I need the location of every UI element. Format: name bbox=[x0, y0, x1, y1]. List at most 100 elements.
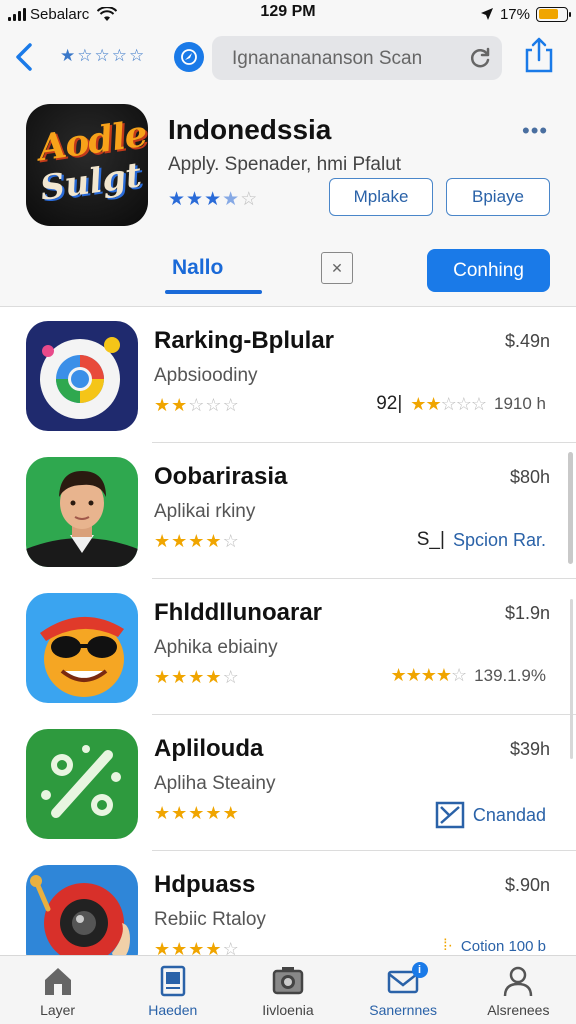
active-tab-indicator bbox=[165, 290, 262, 294]
price-label[interactable]: $1.9n bbox=[505, 603, 550, 624]
meta-rating-stars: ★★★★☆ bbox=[390, 665, 467, 686]
percent-app-icon bbox=[26, 729, 138, 839]
star-icon: ★ bbox=[390, 665, 406, 685]
carrier-name: Sebalarc bbox=[30, 5, 90, 23]
camera-icon bbox=[272, 967, 304, 995]
loading-dots-icon: ⁞· bbox=[443, 937, 453, 954]
tab-label: Iivloenia bbox=[262, 1002, 314, 1018]
row-meta: S_| Spcion Rar. bbox=[417, 529, 546, 551]
star-icon: ★ bbox=[154, 803, 172, 823]
list-item[interactable]: Aplilouda Apliha Steainy ★★★★★ $39h Cnan… bbox=[0, 715, 576, 851]
meta-text: 1910 h bbox=[494, 394, 546, 413]
app-icon[interactable]: Aodle Sulgt bbox=[26, 104, 148, 226]
meta-link[interactable]: Cotion 100 b bbox=[461, 938, 546, 955]
app-name[interactable]: Rarking-Bplular bbox=[154, 327, 334, 355]
tab-label: Haeden bbox=[148, 1002, 198, 1018]
download-frame-icon[interactable] bbox=[435, 801, 465, 829]
bpiaye-button[interactable]: Bpiaye bbox=[446, 178, 550, 216]
star-icon: ★ bbox=[171, 667, 189, 687]
price-label[interactable]: $80h bbox=[510, 467, 550, 488]
star-icon: ★ bbox=[171, 803, 189, 823]
star-icon: ☆ bbox=[222, 531, 240, 551]
price-label[interactable]: $39h bbox=[510, 739, 550, 760]
row-meta: ⁞· Cotion 100 b bbox=[443, 937, 546, 955]
wifi-icon bbox=[97, 6, 118, 21]
refresh-icon[interactable] bbox=[468, 46, 492, 70]
back-chevron-icon[interactable] bbox=[12, 42, 36, 72]
tab-label: Layer bbox=[40, 1002, 76, 1018]
tab-layer[interactable]: Layer bbox=[0, 956, 115, 1024]
meta-link[interactable]: Cnandad bbox=[473, 805, 546, 826]
app-subtitle: Aplikai rkiny bbox=[154, 501, 256, 522]
row-meta: ★★★★☆ 139.1.9% bbox=[390, 665, 546, 686]
meta-rating-stars: ★★☆☆☆ bbox=[410, 393, 487, 415]
price-label[interactable]: $.49n bbox=[505, 331, 550, 352]
portrait-app-icon bbox=[26, 457, 138, 567]
search-field[interactable]: Ignananananson Scan bbox=[212, 36, 502, 80]
list-item[interactable]: Fhlddllunoarar Aphika ebiainy ★★★★☆ $1.9… bbox=[0, 579, 576, 715]
star-icon: ★ bbox=[188, 531, 206, 551]
tablet-icon bbox=[160, 965, 186, 997]
star-icon: ☆ bbox=[222, 667, 240, 687]
battery-level bbox=[538, 9, 558, 19]
mplake-button[interactable]: Mplake bbox=[329, 178, 433, 216]
star-icon: ★ bbox=[204, 189, 223, 210]
scroll-indicator[interactable] bbox=[568, 452, 573, 564]
app-subtitle: Aphika ebiainy bbox=[154, 637, 278, 658]
star-icon: ☆ bbox=[222, 395, 240, 415]
star-icon: ☆ bbox=[470, 393, 487, 414]
app-rating-stars: ★★★★☆ bbox=[154, 531, 240, 552]
tab-haeden[interactable]: Haeden bbox=[115, 956, 230, 1024]
app-name[interactable]: Oobarirasia bbox=[154, 463, 287, 491]
app-rating-stars: ★★☆☆☆ bbox=[154, 395, 240, 416]
star-icon: ☆ bbox=[451, 665, 467, 685]
star-icon: ★ bbox=[425, 393, 441, 414]
star-icon: ☆ bbox=[455, 393, 472, 414]
more-options-icon[interactable]: ••• bbox=[522, 118, 548, 144]
status-bar: Sebalarc 129 PM 17% bbox=[0, 0, 576, 28]
app-header: Aodle Sulgt Indonedssia ••• Apply. Spena… bbox=[0, 92, 576, 307]
tab-label: Alsrenees bbox=[487, 1002, 550, 1018]
list-item[interactable]: Rarking-Bplular Apbsioodiny ★★☆☆☆ $.49n … bbox=[0, 307, 576, 443]
conhing-button[interactable]: Conhing bbox=[427, 249, 550, 292]
safari-badge-icon[interactable] bbox=[174, 42, 204, 72]
home-icon bbox=[44, 968, 71, 995]
share-icon[interactable] bbox=[522, 36, 556, 74]
nav-bar: ★☆☆☆☆ Ignananananson Scan bbox=[0, 28, 576, 92]
star-icon: ★ bbox=[188, 803, 206, 823]
app-rating-stars: ★★★★★ bbox=[154, 803, 240, 824]
app-list: Rarking-Bplular Apbsioodiny ★★☆☆☆ $.49n … bbox=[0, 307, 576, 975]
app-name[interactable]: Aplilouda bbox=[154, 735, 263, 763]
star-icon: ★ bbox=[435, 665, 452, 685]
app-subtitle: Apliha Steainy bbox=[154, 773, 276, 794]
price-label[interactable]: $.90n bbox=[505, 875, 550, 896]
meta-link[interactable]: Spcion Rar. bbox=[453, 530, 546, 551]
browser-app-icon bbox=[26, 321, 138, 431]
app-name[interactable]: Hdpuass bbox=[154, 871, 255, 899]
app-title: Indonedssia bbox=[168, 114, 332, 145]
app-subtitle: Rebiic Rtaloy bbox=[154, 909, 266, 930]
tab-nallo[interactable]: Nallo bbox=[172, 256, 223, 280]
battery-percent: 17% bbox=[499, 5, 530, 23]
star-icon: ★ bbox=[154, 395, 172, 415]
app-name[interactable]: Fhlddllunoarar bbox=[154, 599, 322, 627]
tab-sanernnes[interactable]: i Sanernnes bbox=[346, 956, 461, 1024]
star-icon: ★ bbox=[168, 189, 187, 210]
tab-alsrenees[interactable]: Alsrenees bbox=[461, 956, 576, 1024]
star-icon: ★ bbox=[420, 665, 437, 685]
star-icon: ★ bbox=[405, 665, 422, 685]
star-icon: ★ bbox=[205, 531, 223, 551]
star-icon: ★ bbox=[154, 531, 172, 551]
app-subtitle: Apbsioodiny bbox=[154, 365, 258, 386]
tab-bar: Layer Haeden Iivloenia i Sanernnes Alsre… bbox=[0, 955, 576, 1024]
star-icon: ★ bbox=[188, 667, 206, 687]
list-item[interactable]: Oobarirasia Aplikai rkiny ★★★★☆ $80h S_|… bbox=[0, 443, 576, 579]
tab-frame-icon[interactable]: ✕ bbox=[321, 252, 353, 284]
app-store-screen: Sebalarc 129 PM 17% ★☆☆☆☆ Ignananananson… bbox=[0, 0, 576, 1024]
location-icon bbox=[480, 8, 493, 20]
notification-badge: i bbox=[411, 962, 428, 978]
tab-iivloenia[interactable]: Iivloenia bbox=[230, 956, 345, 1024]
star-icon: ★ bbox=[205, 803, 223, 823]
rank-number: S_| bbox=[416, 529, 445, 550]
tab-label: Sanernnes bbox=[369, 1002, 438, 1018]
